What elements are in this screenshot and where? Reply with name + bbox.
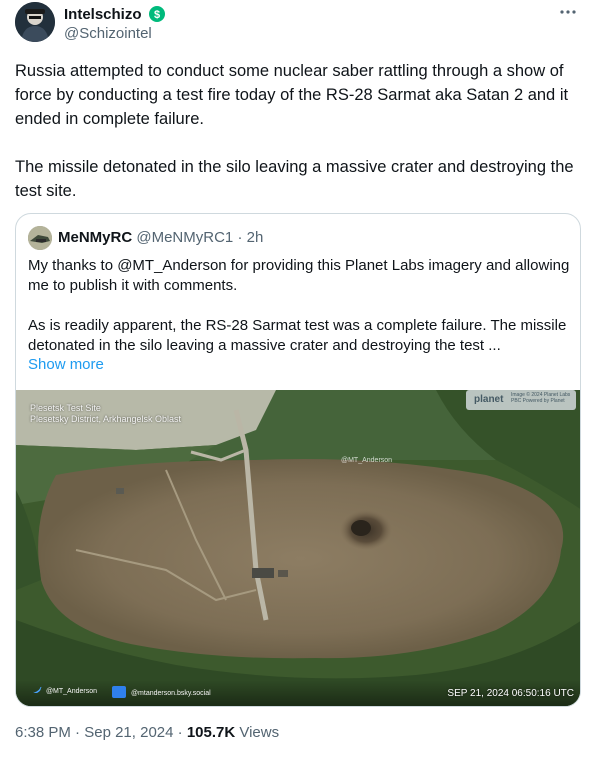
planet-labs-badge: planet Image © 2024 Planet Labs PBC Powe… [466,390,576,410]
quote-paragraph: As is readily apparent, the RS-28 Sarmat… [28,317,567,354]
verified-badge-icon: $ [148,6,165,22]
credit-bluesky-text: @mtanderson.bsky.social [130,690,211,697]
views-label: Views [239,724,280,741]
image-capture-date: SEP 21, 2024 06:50:16 UTC [447,688,574,699]
meta-separator: · [177,724,183,741]
avatar-image [15,2,55,42]
author-name-text: Intelschizo [64,6,142,23]
views-count: 105.7K [186,724,236,741]
tweet-date[interactable]: Sep 21, 2024 [84,724,173,741]
meta-separator: · [75,724,81,741]
author-handle[interactable]: @Schizointel [64,25,152,43]
quote-author-name[interactable]: MeNMyRC [58,229,132,246]
satellite-scene [16,390,580,706]
quote-author-avatar[interactable] [28,226,52,250]
image-site-title: Plesetsk Test Site [30,403,101,413]
quote-header: MeNMyRC @MeNMyRC1 · 2h [58,229,263,247]
tweet-text: Russia attempted to conduct some nuclear… [15,59,580,203]
tweet-paragraph: Russia attempted to conduct some nuclear… [15,62,569,128]
satellite-image[interactable]: Plesetsk Test Site Plesetsky District, A… [16,390,580,706]
image-watermark: @MT_Anderson [341,457,393,464]
credit-twitter-text: @MT_Anderson [45,688,98,695]
quote-timestamp[interactable]: 2h [247,229,264,246]
image-site-subtitle: Plesetsky District, Arkhangelsk Oblast [30,414,182,424]
svg-text:$: $ [154,9,160,21]
author-name[interactable]: Intelschizo $ [64,6,165,24]
tweet-meta: 6:38 PM · Sep 21, 2024 · 105.7K Views [15,723,279,743]
author-avatar[interactable] [15,2,55,42]
quote-author-handle[interactable]: @MeNMyRC1 [136,229,233,246]
planet-copyright: Image © 2024 Planet Labs PBC Powered by … [511,392,571,404]
planet-logo: planet [474,394,504,405]
show-more-link[interactable]: Show more [28,355,104,375]
image-credit-bluesky: @mtanderson.bsky.social [112,686,211,698]
tweet-paragraph: The missile detonated in the silo leavin… [15,158,574,200]
image-credit-twitter: @MT_Anderson [33,686,97,695]
image-site-caption: Plesetsk Test Site Plesetsky District, A… [30,403,181,425]
quoted-tweet[interactable]: MeNMyRC @MeNMyRC1 · 2h My thanks to @MT_… [15,213,581,707]
quote-text: My thanks to @MT_Anderson for providing … [28,256,573,356]
quote-paragraph: My thanks to @MT_Anderson for providing … [28,257,570,294]
quote-separator: · [237,229,243,246]
more-horizontal-icon[interactable] [557,4,579,22]
quote-avatar-image [28,226,52,250]
twitter-bird-icon [33,686,42,693]
tweet-time[interactable]: 6:38 PM [15,724,71,741]
bluesky-icon [112,686,126,698]
